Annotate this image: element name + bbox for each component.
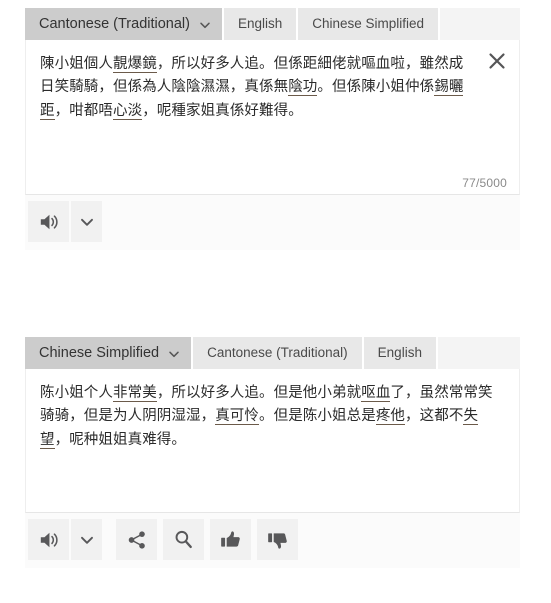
- source-text[interactable]: 陳小姐個人靚爆鏡，所以好多人追。但係距細佬就嘔血啦，雖然成日笑騎騎，但係為人陰陰…: [26, 40, 519, 123]
- lookup-button[interactable]: [163, 519, 204, 560]
- source-panel: Cantonese (Traditional) English Chinese …: [25, 8, 520, 250]
- target-panel: Chinese Simplified Cantonese (Traditiona…: [25, 337, 520, 568]
- source-language-tabs: Cantonese (Traditional) English Chinese …: [25, 8, 520, 40]
- chevron-down-icon: [168, 348, 180, 360]
- highlighted-phrase: 陰功: [288, 79, 318, 97]
- thumbs-up-button[interactable]: [210, 519, 251, 560]
- highlighted-phrase: 真可怜: [215, 408, 260, 426]
- source-textbox[interactable]: 陳小姐個人靚爆鏡，所以好多人追。但係距細佬就嘔血啦，雖然成日笑騎騎，但係為人陰陰…: [25, 40, 520, 195]
- text-run: 陈小姐个人: [40, 385, 113, 401]
- source-tab-0[interactable]: Cantonese (Traditional): [25, 8, 224, 40]
- translated-text: 陈小姐个人非常美，所以好多人追。但是他小弟就呕血了，虽然常常笑骑骑，但是为人阴阴…: [26, 369, 519, 452]
- highlighted-phrase: 疼他: [375, 408, 406, 426]
- target-tab-0-label: Chinese Simplified: [39, 344, 160, 361]
- source-tab-1[interactable]: English: [223, 8, 299, 40]
- text-run: ，呢种姐姐真难得。: [54, 431, 187, 448]
- target-action-bar: [25, 513, 520, 568]
- character-counter: 77/5000: [462, 176, 507, 190]
- close-icon[interactable]: [486, 50, 508, 72]
- target-tab-1-label: Cantonese (Traditional): [207, 345, 348, 361]
- source-action-bar: [25, 195, 520, 250]
- target-tab-1[interactable]: Cantonese (Traditional): [193, 337, 364, 369]
- highlighted-phrase: 靚爆鏡: [113, 56, 157, 73]
- target-language-tabs: Chinese Simplified Cantonese (Traditiona…: [25, 337, 520, 369]
- thumbs-down-button[interactable]: [257, 519, 298, 560]
- source-options-button[interactable]: [71, 201, 102, 242]
- share-button[interactable]: [116, 519, 157, 560]
- chevron-down-icon: [199, 19, 211, 31]
- text-run: ，所以好多人追。但是他小弟就: [156, 385, 362, 401]
- source-tab-2[interactable]: Chinese Simplified: [298, 8, 441, 40]
- highlighted-phrase: 心淡: [113, 102, 143, 120]
- text-run: ，呢種家姐真係好難得。: [142, 102, 303, 119]
- text-run: 。但係陳小姐仲係: [317, 79, 435, 96]
- target-tabstrip-filler: [437, 337, 520, 369]
- target-textbox[interactable]: 陈小姐个人非常美，所以好多人追。但是他小弟就呕血了，虽然常常笑骑骑，但是为人阴阴…: [25, 369, 520, 513]
- listen-translation-button[interactable]: [28, 519, 69, 560]
- target-tab-2[interactable]: English: [363, 337, 438, 369]
- source-tab-1-label: English: [237, 16, 283, 32]
- source-tabstrip-filler: [440, 8, 520, 40]
- target-tab-2-label: English: [377, 345, 422, 361]
- text-run: 陳小姐個人: [40, 56, 113, 72]
- source-tab-0-label: Cantonese (Traditional): [39, 15, 190, 32]
- source-audio-controls: [28, 201, 102, 242]
- text-run: ，这都不: [405, 408, 464, 425]
- text-run: 。但是陈小姐总是: [259, 408, 376, 425]
- source-tab-2-label: Chinese Simplified: [312, 16, 425, 32]
- text-run: ，咁都唔: [54, 102, 114, 119]
- translation-options-button[interactable]: [71, 519, 102, 560]
- target-tab-0[interactable]: Chinese Simplified: [25, 337, 194, 369]
- listen-source-button[interactable]: [28, 201, 69, 242]
- translator-page: Cantonese (Traditional) English Chinese …: [0, 0, 551, 603]
- target-audio-controls: [28, 519, 102, 560]
- highlighted-phrase: 呕血: [361, 385, 391, 402]
- highlighted-phrase: 非常美: [113, 385, 157, 402]
